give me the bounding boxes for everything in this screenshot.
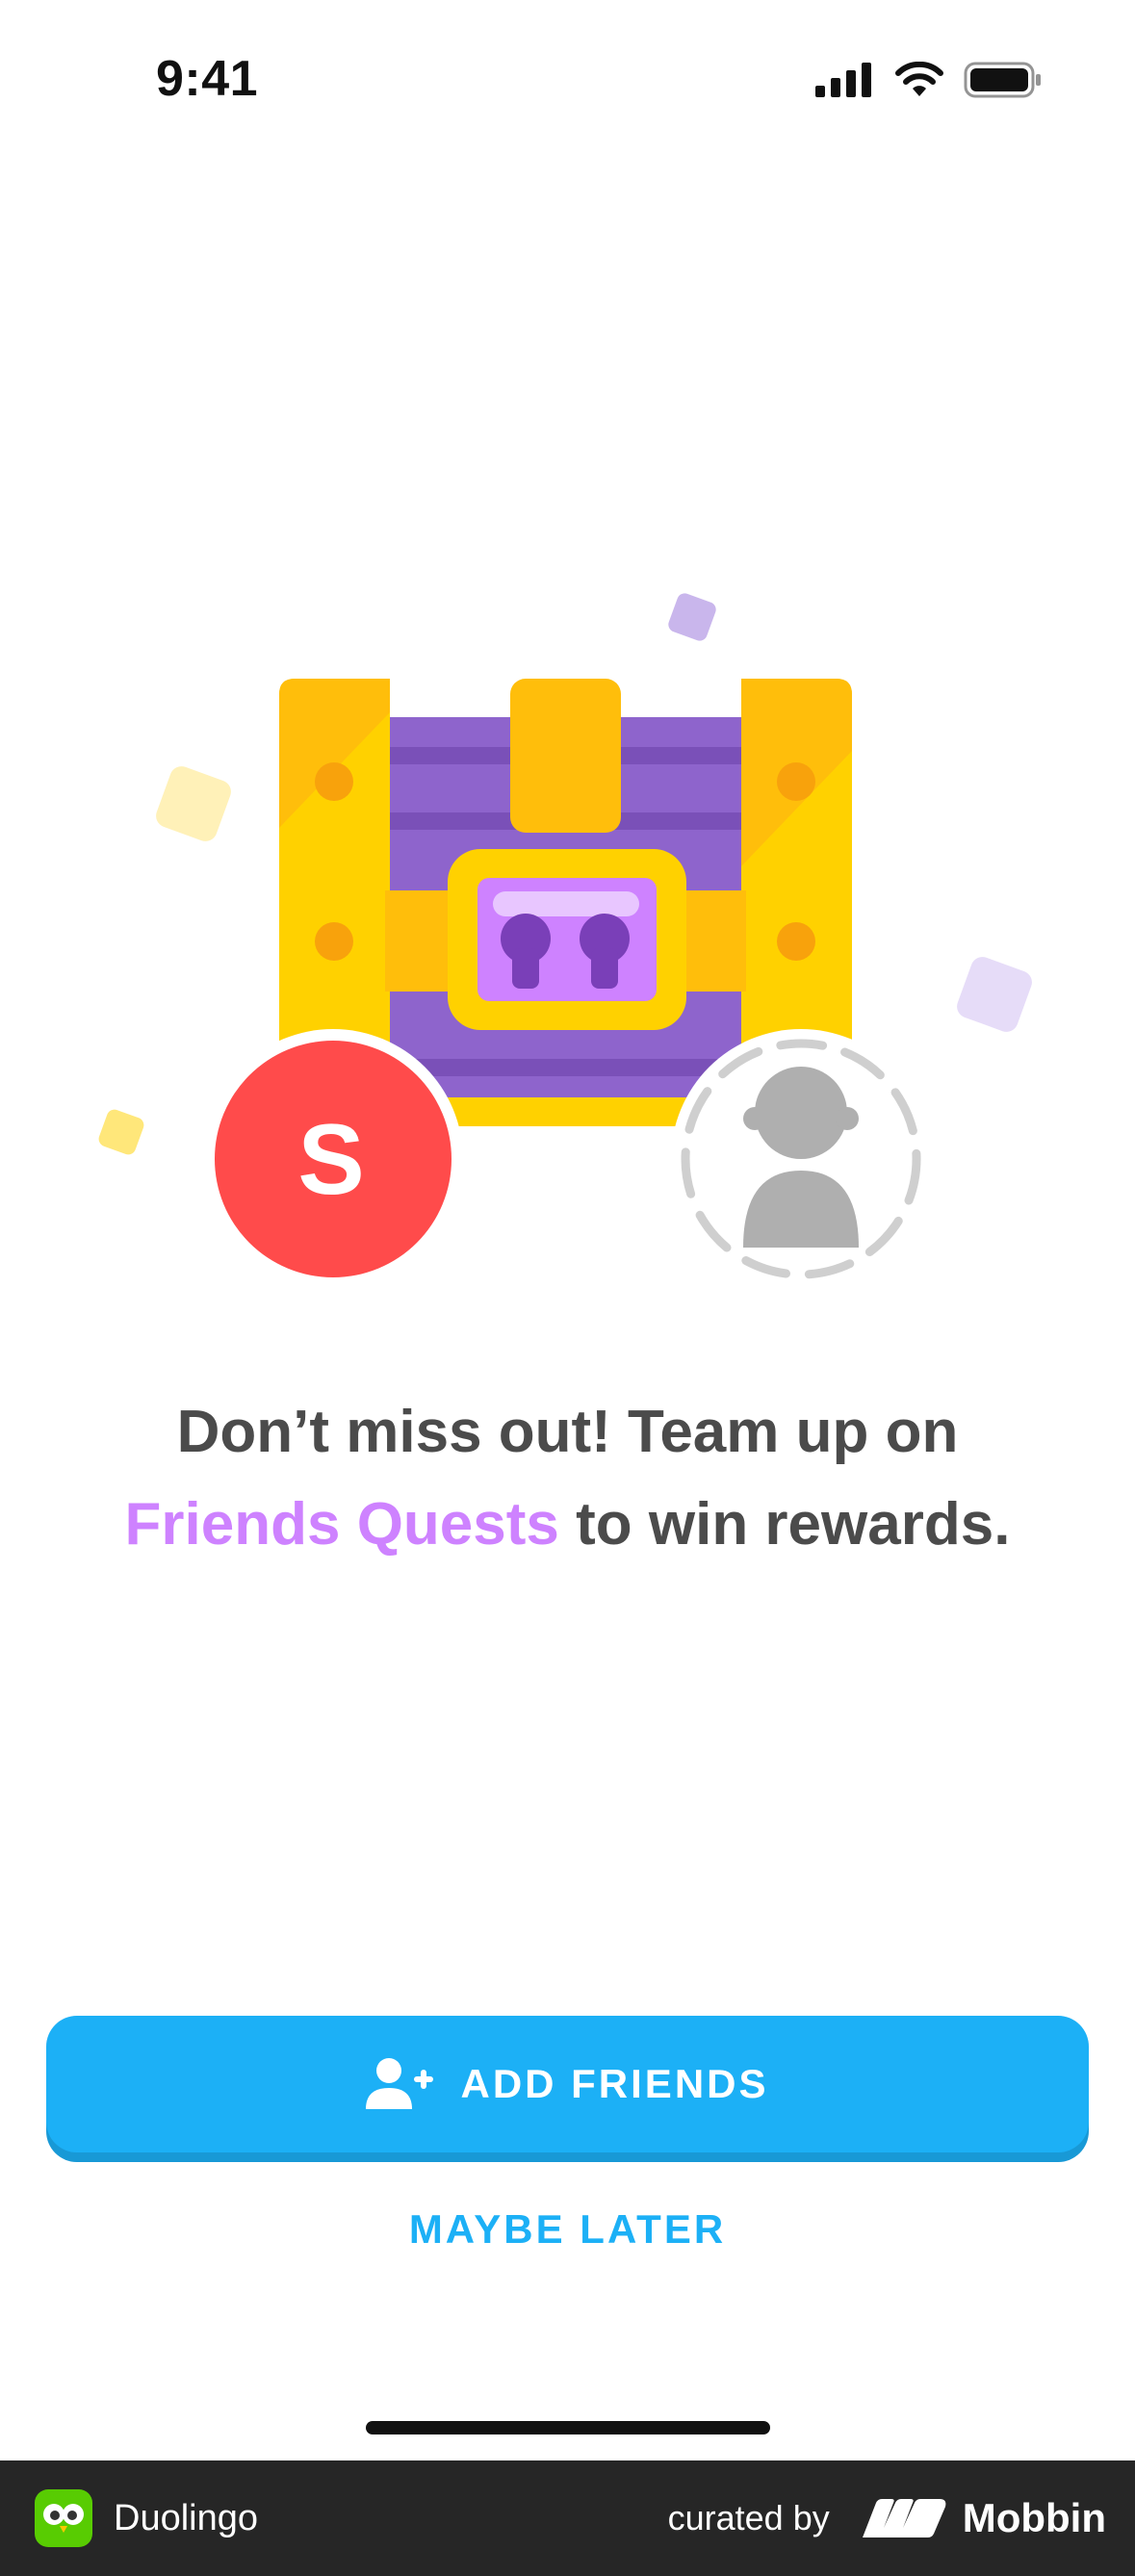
maybe-later-button[interactable]: MAYBE LATER xyxy=(0,2206,1135,2253)
headline-text: Don’t miss out! Team up on Friends Quest… xyxy=(0,1386,1135,1571)
add-friends-button[interactable]: ADD FRIENDS xyxy=(46,2016,1089,2152)
mobbin-logo-icon xyxy=(862,2499,946,2537)
footer-app: Duolingo xyxy=(35,2489,258,2547)
footer-bar: Duolingo curated by Mobbin xyxy=(0,2460,1135,2576)
footer-credit: curated by Mobbin xyxy=(668,2495,1106,2541)
footer-curated-by: curated by xyxy=(667,2498,830,2537)
footer-brand: Mobbin xyxy=(862,2495,1106,2541)
user-avatar-initial: S xyxy=(297,1104,364,1216)
footer-app-name: Duolingo xyxy=(114,2497,258,2538)
headline-line-2: Friends Quests to win rewards. xyxy=(0,1479,1135,1571)
add-friends-label: ADD FRIENDS xyxy=(460,2061,769,2106)
home-indicator xyxy=(366,2421,770,2434)
sparkle-yellow-left xyxy=(156,766,231,841)
treasure-chest-illustration: S xyxy=(98,593,1032,1289)
headline-line-1: Don’t miss out! Team up on xyxy=(176,1399,959,1465)
footer-brand-name: Mobbin xyxy=(962,2495,1106,2540)
wifi-icon xyxy=(895,62,943,96)
add-person-icon xyxy=(366,2058,434,2109)
headline-line-2-rest: to win rewards. xyxy=(558,1491,1011,1558)
duolingo-app-icon xyxy=(35,2489,92,2547)
cellular-signal-icon xyxy=(815,63,871,97)
sparkle-yellow-small xyxy=(98,1109,144,1155)
sparkle-purple-right xyxy=(957,957,1032,1032)
sparkle-purple-small xyxy=(668,593,716,641)
friends-quests-highlight: Friends Quests xyxy=(124,1491,559,1558)
status-time: 9:41 xyxy=(156,51,259,107)
status-bar: 9:41 xyxy=(0,0,1135,169)
status-icons xyxy=(815,62,1043,98)
chest-strap-vertical xyxy=(510,679,621,833)
battery-icon xyxy=(964,62,1041,98)
hero-illustration: S xyxy=(0,558,1135,1290)
